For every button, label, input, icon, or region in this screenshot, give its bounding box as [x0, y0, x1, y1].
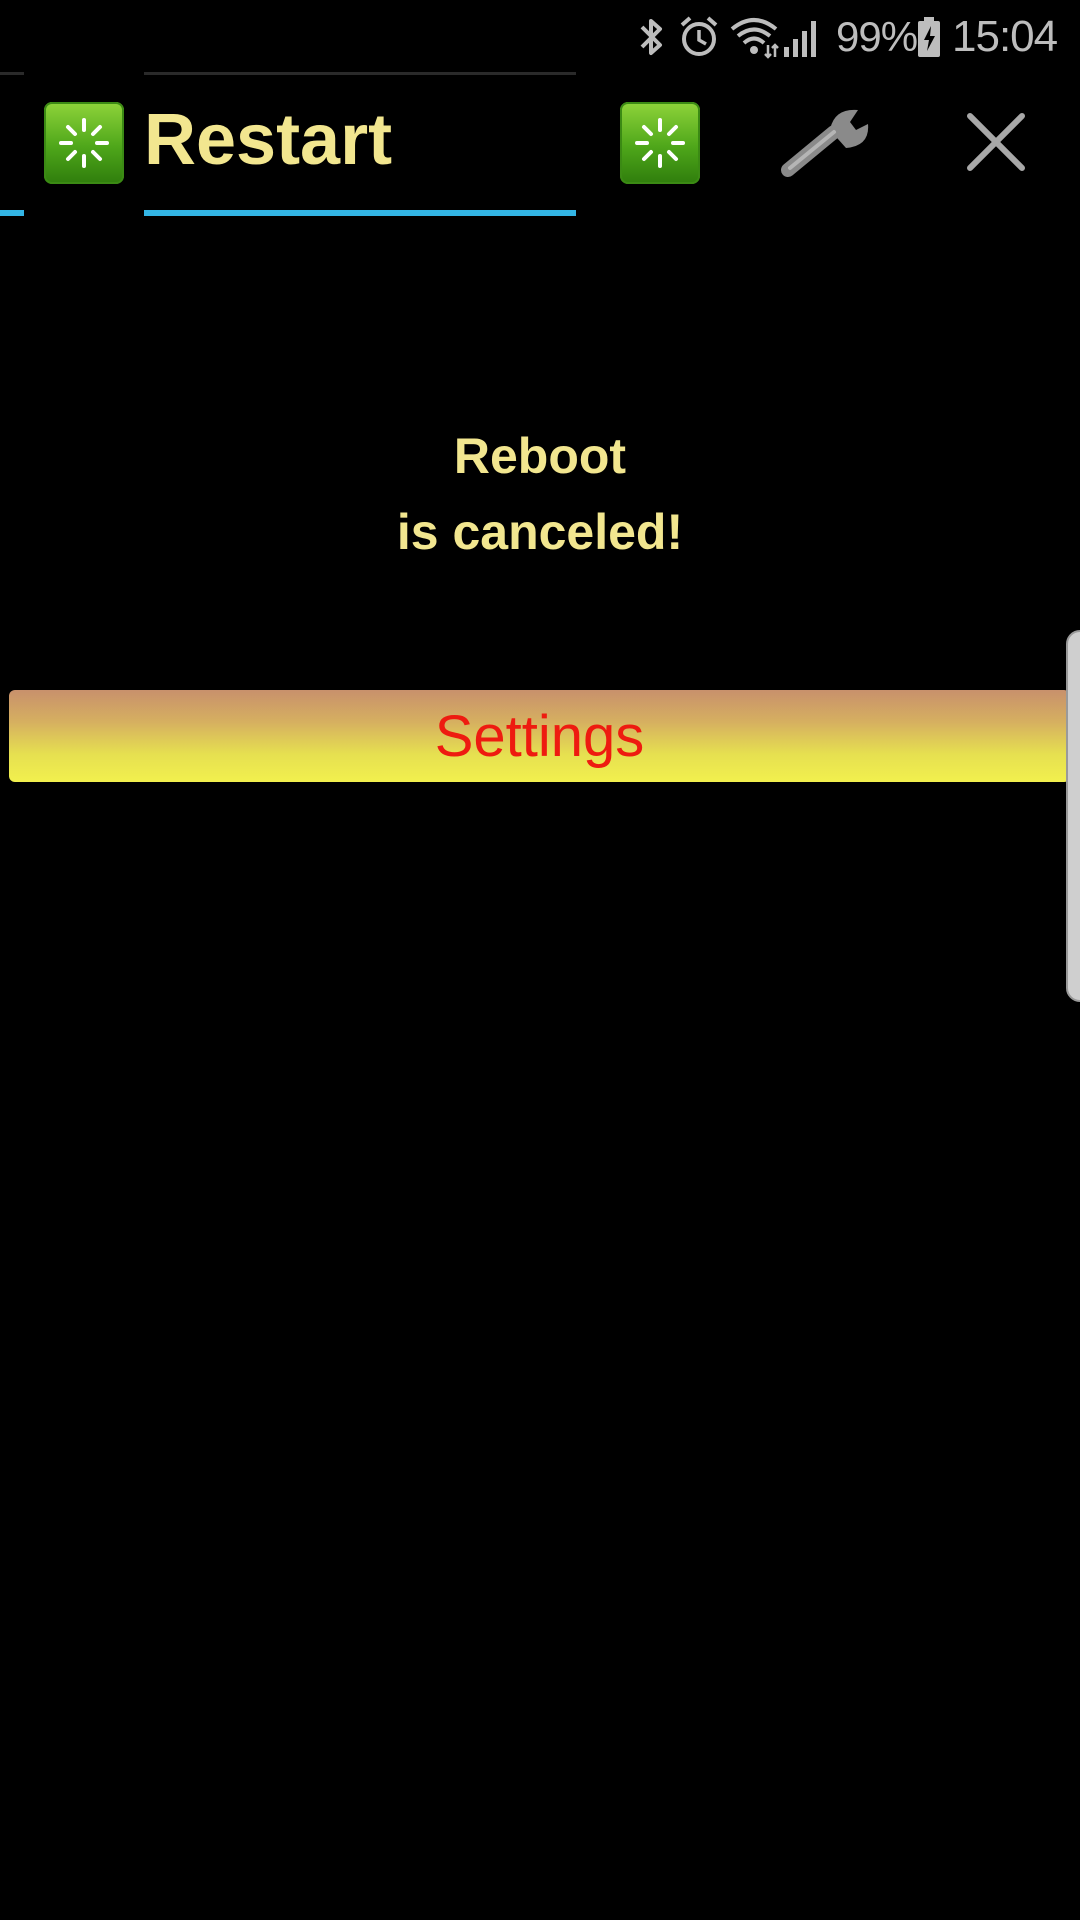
tab-restart-label: Restart [144, 100, 393, 180]
wrench-button[interactable] [776, 100, 880, 186]
screen: 99% 15:04 Restart Reboot is canceled! Se… [0, 0, 1080, 1920]
battery-percent: 99% [836, 13, 918, 60]
reboot-message: Reboot is canceled! [0, 418, 1080, 570]
close-button[interactable] [948, 100, 1044, 186]
wrench-icon [781, 109, 869, 177]
active-tab-indicator [144, 210, 576, 216]
clock: 15:04 [952, 12, 1058, 61]
message-line-1: Reboot [453, 428, 627, 484]
restart-shortcut-icon[interactable] [620, 102, 700, 184]
action-bar: Restart [0, 70, 1080, 220]
edge-panel-handle[interactable] [1066, 630, 1080, 1002]
wifi-icon [728, 12, 782, 62]
message-line-2: is canceled! [396, 504, 684, 560]
restart-app-icon [44, 102, 124, 184]
previous-tab-indicator[interactable] [0, 210, 24, 216]
tab-restart[interactable]: Restart [144, 70, 576, 216]
settings-button[interactable]: Settings [9, 690, 1070, 782]
close-icon [967, 113, 1025, 171]
status-bar: 99% 15:04 [0, 0, 1080, 70]
tab-top-line [144, 72, 576, 75]
alarm-icon [678, 12, 722, 62]
signal-icon [782, 12, 824, 62]
battery-charging-icon [916, 12, 944, 62]
previous-tab-top-line [0, 72, 24, 75]
bluetooth-icon [636, 12, 672, 62]
